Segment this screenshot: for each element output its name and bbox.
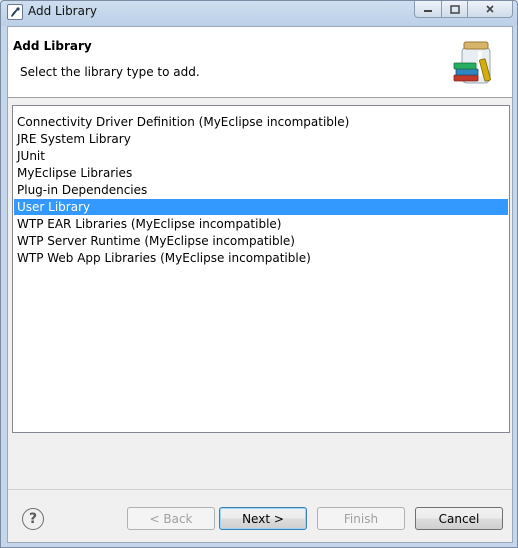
list-item[interactable]: WTP Server Runtime (MyEclipse incompatib… — [14, 233, 508, 249]
add-library-dialog: Add Library Add Library Select the libra… — [0, 0, 518, 548]
help-button[interactable]: ? — [22, 508, 44, 530]
close-icon — [486, 5, 494, 13]
page-description: Select the library type to add. — [20, 65, 200, 79]
minimize-icon — [424, 10, 432, 12]
page-title: Add Library — [13, 39, 92, 53]
finish-button[interactable]: Finish — [317, 507, 405, 530]
footer-separator — [8, 489, 512, 490]
close-button[interactable] — [468, 1, 513, 18]
list-item[interactable]: MyEclipse Libraries — [14, 165, 508, 181]
dialog-body: Add Library Select the library type to a… — [7, 26, 513, 543]
list-item[interactable]: JUnit — [14, 148, 508, 164]
library-jar-icon — [453, 41, 491, 84]
list-item[interactable]: User Library — [14, 199, 508, 215]
window-title: Add Library — [28, 4, 98, 18]
back-button[interactable]: < Back — [127, 507, 215, 530]
list-item[interactable]: JRE System Library — [14, 131, 508, 147]
list-item[interactable]: WTP Web App Libraries (MyEclipse incompa… — [14, 250, 508, 266]
maximize-button[interactable] — [442, 1, 468, 18]
title-bar[interactable]: Add Library — [1, 1, 517, 23]
list-item[interactable]: Connectivity Driver Definition (MyEclips… — [14, 114, 508, 130]
maximize-icon — [449, 4, 460, 14]
cancel-button[interactable]: Cancel — [415, 507, 503, 530]
list-item[interactable]: Plug-in Dependencies — [14, 182, 508, 198]
library-type-list[interactable]: Connectivity Driver Definition (MyEclips… — [12, 105, 510, 433]
wizard-header: Add Library Select the library type to a… — [8, 27, 512, 98]
list-item[interactable]: WTP EAR Libraries (MyEclipse incompatibl… — [14, 216, 508, 232]
next-button[interactable]: Next > — [219, 507, 307, 530]
minimize-button[interactable] — [414, 1, 442, 18]
myeclipse-app-icon — [7, 4, 23, 20]
